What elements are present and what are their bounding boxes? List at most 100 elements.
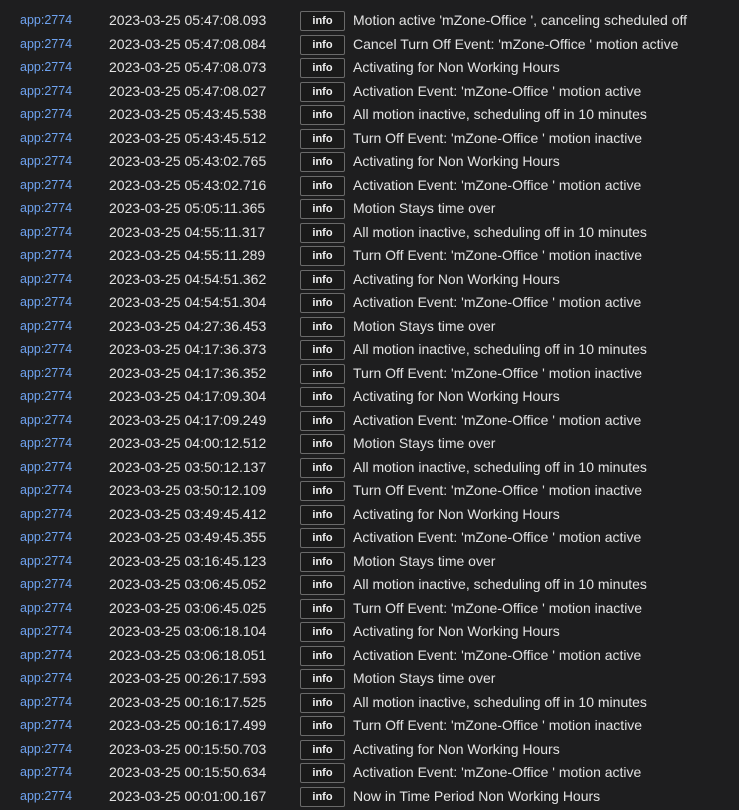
log-timestamp: 2023-03-25 00:26:17.593 [109, 670, 267, 686]
log-source-link[interactable]: app:2774 [20, 742, 72, 756]
log-timestamp: 2023-03-25 00:16:17.499 [109, 717, 267, 733]
log-source-link[interactable]: app:2774 [20, 201, 72, 215]
log-source-link[interactable]: app:2774 [20, 389, 72, 403]
log-level-badge: info [300, 175, 345, 196]
log-timestamp: 2023-03-25 04:17:09.249 [109, 411, 267, 428]
log-source-link[interactable]: app:2774 [20, 577, 72, 591]
log-source-link[interactable]: app:2774 [20, 483, 72, 497]
log-timestamp: 2023-03-25 00:16:17.525 [109, 693, 267, 710]
log-source-link[interactable]: app:2774 [20, 225, 72, 239]
log-timestamp: 2023-03-25 04:17:36.373 [109, 341, 267, 357]
log-row: app:2774 2023-03-25 03:49:45.412 info Activ… [0, 503, 739, 527]
log-source-link[interactable]: app:2774 [20, 648, 72, 662]
log-source-link[interactable]: app:2774 [20, 272, 72, 286]
log-level-badge: info [300, 481, 345, 501]
log-level-badge: info [300, 199, 345, 219]
log-source-link[interactable]: app:2774 [20, 671, 72, 685]
log-timestamp: 2023-03-25 00:15:50.634 [109, 764, 267, 780]
log-source-link[interactable]: app:2774 [20, 342, 72, 356]
log-source-link[interactable]: app:2774 [20, 319, 72, 333]
log-timestamp: 2023-03-25 03:50:12.109 [109, 482, 267, 498]
log-message: Motion Stays time over [353, 670, 496, 686]
log-row: app:2774 2023-03-25 05:47:08.084 info Cance… [0, 33, 739, 57]
log-row: app:2774 2023-03-25 04:17:09.249 info Activ… [0, 409, 739, 433]
log-source-link[interactable]: app:2774 [20, 765, 72, 779]
log-level-badge: info [300, 81, 345, 102]
log-row: app:2774 2023-03-25 03:49:45.355 info Activ… [0, 526, 739, 550]
log-list: app:2774 2023-03-25 05:47:08.093 info Motio… [0, 9, 739, 808]
log-source-link[interactable]: app:2774 [20, 60, 72, 74]
log-level-badge: info [300, 598, 345, 619]
log-source-link[interactable]: app:2774 [20, 460, 72, 474]
log-level-badge: info [300, 786, 345, 807]
log-level-badge: info [300, 739, 345, 760]
log-message: Turn Off Event: 'mZone-Office ' motion i… [353, 247, 643, 263]
log-timestamp: 2023-03-25 04:00:12.512 [109, 435, 267, 451]
log-message: Activation Event: 'mZone-Office ' motion… [353, 646, 642, 663]
log-row: app:2774 2023-03-25 05:43:02.765 info Activ… [0, 150, 739, 174]
log-timestamp: 2023-03-25 05:43:02.765 [109, 153, 267, 169]
log-level-badge: info [300, 528, 345, 548]
log-source-link[interactable]: app:2774 [20, 37, 72, 51]
log-level-badge: info [300, 293, 345, 313]
log-timestamp: 2023-03-25 00:01:00.167 [109, 787, 267, 804]
log-level-badge: info [300, 58, 345, 78]
log-timestamp: 2023-03-25 05:43:45.538 [109, 106, 267, 122]
log-row: app:2774 2023-03-25 00:15:50.703 info Activ… [0, 738, 739, 762]
log-source-link[interactable]: app:2774 [20, 530, 72, 544]
log-source-link[interactable]: app:2774 [20, 695, 72, 709]
log-level-badge: info [300, 692, 345, 713]
log-row: app:2774 2023-03-25 04:17:09.304 info Activ… [0, 385, 739, 409]
log-timestamp: 2023-03-25 05:47:08.073 [109, 59, 267, 75]
log-timestamp: 2023-03-25 03:50:12.137 [109, 458, 267, 475]
log-level-badge: info [300, 669, 345, 689]
log-message: Activating for Non Working Hours [353, 270, 560, 287]
log-row: app:2774 2023-03-25 05:43:45.538 info All m… [0, 103, 739, 127]
log-message: Activating for Non Working Hours [353, 623, 560, 639]
log-source-link[interactable]: app:2774 [20, 248, 72, 262]
log-timestamp: 2023-03-25 04:17:36.352 [109, 364, 267, 381]
log-source-link[interactable]: app:2774 [20, 507, 72, 521]
log-level-badge: info [300, 222, 345, 243]
log-timestamp: 2023-03-25 05:43:02.716 [109, 176, 267, 193]
log-row: app:2774 2023-03-25 00:16:17.499 info Turn … [0, 714, 739, 738]
log-timestamp: 2023-03-25 04:54:51.304 [109, 294, 267, 310]
log-timestamp: 2023-03-25 04:54:51.362 [109, 270, 267, 287]
log-source-link[interactable]: app:2774 [20, 178, 72, 192]
log-message: Activating for Non Working Hours [353, 505, 560, 522]
log-message: Turn Off Event: 'mZone-Office ' motion i… [353, 482, 643, 498]
log-message: Activation Event: 'mZone-Office ' motion… [353, 294, 642, 310]
log-source-link[interactable]: app:2774 [20, 624, 72, 638]
log-level-badge: info [300, 246, 345, 266]
log-message: Motion Stays time over [353, 317, 496, 334]
log-row: app:2774 2023-03-25 05:47:08.093 info Motio… [0, 9, 739, 33]
log-message: All motion inactive, scheduling off in 1… [353, 341, 647, 357]
log-source-link[interactable]: app:2774 [20, 295, 72, 309]
log-source-link[interactable]: app:2774 [20, 13, 72, 27]
log-source-link[interactable]: app:2774 [20, 436, 72, 450]
log-level-badge: info [300, 622, 345, 642]
log-source-link[interactable]: app:2774 [20, 789, 72, 803]
log-source-link[interactable]: app:2774 [20, 413, 72, 427]
log-source-link[interactable]: app:2774 [20, 554, 72, 568]
log-timestamp: 2023-03-25 04:17:09.304 [109, 388, 267, 404]
log-source-link[interactable]: app:2774 [20, 601, 72, 615]
log-source-link[interactable]: app:2774 [20, 718, 72, 732]
log-timestamp: 2023-03-25 05:47:08.027 [109, 82, 267, 99]
log-level-badge: info [300, 434, 345, 454]
log-source-link[interactable]: app:2774 [20, 84, 72, 98]
log-message: All motion inactive, scheduling off in 1… [353, 693, 647, 710]
log-message: Turn Off Event: 'mZone-Office ' motion i… [353, 129, 643, 146]
log-source-link[interactable]: app:2774 [20, 366, 72, 380]
log-message: Activating for Non Working Hours [353, 740, 560, 757]
log-row: app:2774 2023-03-25 04:54:51.362 info Activ… [0, 268, 739, 292]
log-timestamp: 2023-03-25 00:15:50.703 [109, 740, 267, 757]
log-level-badge: info [300, 152, 345, 172]
log-timestamp: 2023-03-25 05:47:08.084 [109, 35, 267, 52]
log-source-link[interactable]: app:2774 [20, 131, 72, 145]
log-source-link[interactable]: app:2774 [20, 107, 72, 121]
log-row: app:2774 2023-03-25 04:54:51.304 info Activ… [0, 291, 739, 315]
log-source-link[interactable]: app:2774 [20, 154, 72, 168]
log-timestamp: 2023-03-25 04:55:11.317 [109, 223, 266, 240]
log-message: Activation Event: 'mZone-Office ' motion… [353, 411, 642, 428]
